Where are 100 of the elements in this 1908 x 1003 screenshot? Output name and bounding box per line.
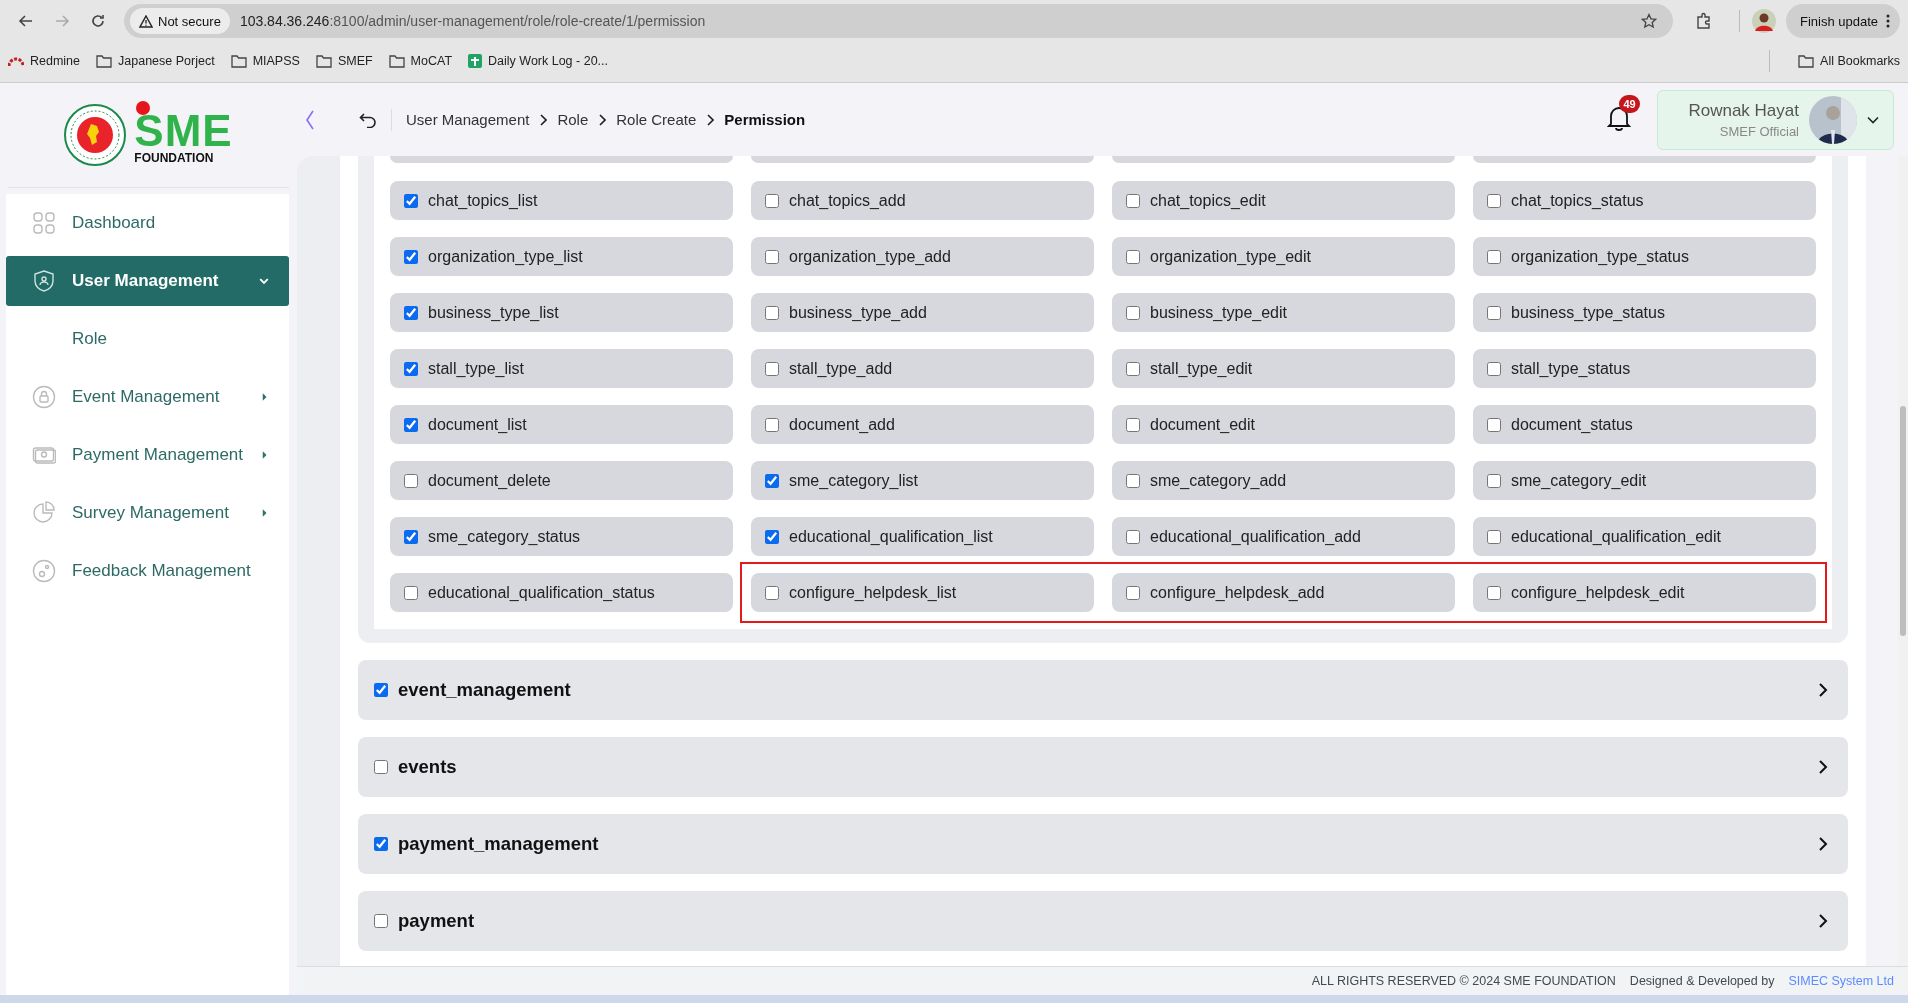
permission-checkbox[interactable]: organization_type_list (390, 237, 733, 276)
sidebar-item[interactable]: Payment Management (6, 430, 289, 480)
security-chip[interactable]: Not secure (130, 8, 230, 34)
checkbox[interactable] (374, 760, 388, 774)
checkbox[interactable] (1487, 473, 1501, 488)
checkbox[interactable] (404, 361, 418, 376)
sidebar-subitem[interactable]: Role (6, 314, 289, 364)
back-icon[interactable] (18, 13, 34, 29)
checkbox[interactable] (374, 837, 388, 851)
checkbox[interactable] (1126, 193, 1140, 208)
permission-checkbox[interactable]: stall_type_status (1473, 349, 1816, 388)
checkbox[interactable] (1126, 529, 1140, 544)
checkbox[interactable] (765, 305, 779, 320)
permission-checkbox[interactable]: stall_type_edit (1112, 349, 1455, 388)
checkbox[interactable] (404, 417, 418, 432)
puzzle-icon[interactable] (1694, 12, 1713, 30)
checkbox[interactable] (374, 914, 388, 928)
accordion-header[interactable]: payment_management (358, 814, 1848, 874)
accordion-header[interactable]: payment (358, 891, 1848, 951)
checkbox[interactable] (1487, 305, 1501, 320)
permission-checkbox[interactable]: sme_category_list (751, 461, 1094, 500)
checkbox[interactable] (765, 417, 779, 432)
checkbox[interactable] (1487, 193, 1501, 208)
sidebar-item[interactable]: Event Management (6, 372, 289, 422)
checkbox[interactable] (1126, 305, 1140, 320)
checkbox[interactable] (765, 529, 779, 544)
permission-checkbox[interactable]: chat_topics_add (751, 181, 1094, 220)
checkbox[interactable] (404, 249, 418, 264)
star-icon[interactable] (1640, 13, 1657, 29)
profile-avatar[interactable] (1751, 9, 1776, 33)
sidebar-item[interactable]: Dashboard (6, 198, 289, 248)
checkbox[interactable] (404, 193, 418, 208)
permission-checkbox[interactable]: stall_type_list (390, 349, 733, 388)
permission-checkbox[interactable]: chat_topics_status (1473, 181, 1816, 220)
accordion-header[interactable]: event_management (358, 660, 1848, 720)
permission-checkbox[interactable]: educational_qualification_edit (1473, 517, 1816, 556)
permission-checkbox[interactable]: document_list (390, 405, 733, 444)
checkbox[interactable] (374, 683, 388, 697)
permission-checkbox[interactable]: organization_type_status (1473, 237, 1816, 276)
bookmark-link[interactable]: MoCAT (388, 54, 453, 68)
checkbox[interactable] (1126, 361, 1140, 376)
bookmark-link[interactable]: Japanese Porject (96, 54, 215, 68)
bookmark-link[interactable]: MIAPSS (230, 54, 300, 68)
permission-checkbox[interactable]: chat_topics_list (390, 181, 733, 220)
checkbox[interactable] (1126, 249, 1140, 264)
bookmark-link[interactable]: Redmine (8, 54, 81, 68)
checkbox[interactable] (1126, 473, 1140, 488)
permission-checkbox[interactable]: organization_type_edit (1112, 237, 1455, 276)
collapse-icon[interactable] (305, 108, 315, 131)
permission-checkbox[interactable]: educational_qualification_status (390, 573, 733, 612)
all-bookmarks-link[interactable]: All Bookmarks (1798, 54, 1900, 68)
bookmark-link[interactable]: SMEF (315, 54, 373, 68)
permission-checkbox[interactable]: organization_type_add (751, 237, 1094, 276)
breadcrumb-item[interactable]: Role (557, 111, 589, 128)
permission-checkbox[interactable]: document_status (1473, 405, 1816, 444)
permission-checkbox[interactable]: configure_helpdesk_list (751, 573, 1094, 612)
checkbox[interactable] (404, 473, 418, 488)
permission-checkbox[interactable]: document_add (751, 405, 1094, 444)
sidebar-item[interactable]: Survey Management (6, 488, 289, 538)
checkbox[interactable] (765, 249, 779, 264)
permission-checkbox[interactable]: sme_category_status (390, 517, 733, 556)
permission-checkbox[interactable]: chat_topics_edit (1112, 181, 1455, 220)
permission-checkbox[interactable]: business_type_status (1473, 293, 1816, 332)
checkbox[interactable] (1487, 417, 1501, 432)
user-menu[interactable]: Rownak Hayat SMEF Official (1657, 89, 1894, 150)
scrollbar[interactable] (1898, 156, 1908, 966)
checkbox[interactable] (404, 529, 418, 544)
checkbox[interactable] (765, 361, 779, 376)
permission-checkbox[interactable]: sme_category_add (1112, 461, 1455, 500)
checkbox[interactable] (1487, 361, 1501, 376)
permission-checkbox[interactable]: educational_qualification_add (1112, 517, 1455, 556)
permission-checkbox[interactable]: configure_helpdesk_add (1112, 573, 1455, 612)
permission-checkbox[interactable]: sme_category_edit (1473, 461, 1816, 500)
checkbox[interactable] (1126, 585, 1140, 600)
permission-checkbox[interactable]: business_type_edit (1112, 293, 1455, 332)
permission-checkbox[interactable]: educational_qualification_list (751, 517, 1094, 556)
checkbox[interactable] (1126, 417, 1140, 432)
sidebar-item[interactable]: User Management (6, 256, 289, 306)
checkbox[interactable] (765, 193, 779, 208)
permission-checkbox[interactable]: business_type_list (390, 293, 733, 332)
reload-icon[interactable] (90, 13, 106, 29)
checkbox[interactable] (404, 305, 418, 320)
permission-checkbox[interactable]: document_edit (1112, 405, 1455, 444)
permission-checkbox[interactable]: configure_helpdesk_edit (1473, 573, 1816, 612)
checkbox[interactable] (1487, 249, 1501, 264)
permission-checkbox[interactable]: stall_type_add (751, 349, 1094, 388)
permission-checkbox[interactable]: business_type_add (751, 293, 1094, 332)
checkbox[interactable] (765, 585, 779, 600)
permission-checkbox[interactable]: document_delete (390, 461, 733, 500)
checkbox[interactable] (404, 585, 418, 600)
checkbox[interactable] (765, 473, 779, 488)
breadcrumb-item[interactable]: Role Create (616, 111, 697, 128)
sidebar-item[interactable]: Feedback Management (6, 546, 289, 596)
bookmark-link[interactable]: Daily Work Log - 20... (468, 54, 608, 68)
checkbox[interactable] (1487, 529, 1501, 544)
address-bar[interactable]: Not secure 103.84.36.246:8100/admin/user-management/role/role-create/1/permission (124, 4, 1673, 38)
accordion-header[interactable]: events (358, 737, 1848, 797)
checkbox[interactable] (1487, 585, 1501, 600)
finish-update-button[interactable]: Finish update (1785, 4, 1900, 38)
scrollbar-thumb[interactable] (1900, 406, 1906, 636)
